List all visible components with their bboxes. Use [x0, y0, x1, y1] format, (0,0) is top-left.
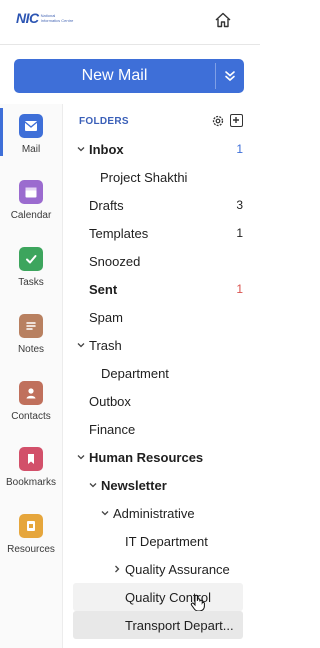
logo-subtext: National Informatics Centre	[40, 13, 74, 23]
folder-label: Human Resources	[89, 449, 204, 465]
top-header: NIC National Informatics Centre	[0, 0, 260, 45]
folder-label: Project Shakthi	[100, 169, 188, 185]
folder-label: Newsletter	[101, 477, 167, 493]
folder-outbox[interactable]: Outbox	[62, 387, 260, 415]
rail-item-resources[interactable]: Resources	[0, 514, 62, 555]
folder-quality-control[interactable]: Quality Control	[73, 583, 243, 612]
rail-label: Mail	[21, 144, 41, 155]
rail-label: Bookmarks	[5, 477, 56, 488]
folder-administrative[interactable]: Administrative	[62, 499, 260, 527]
bookmark-icon	[19, 447, 43, 471]
folder-department[interactable]: Department	[62, 359, 260, 387]
folder-sent[interactable]: Sent 1	[62, 275, 260, 303]
gear-icon[interactable]	[211, 114, 225, 128]
new-mail-dropdown-button[interactable]	[216, 59, 244, 93]
folder-label: Department	[101, 365, 169, 381]
folder-label: Inbox	[89, 141, 124, 157]
rail-item-mail[interactable]: Mail	[0, 108, 62, 156]
folder-templates[interactable]: Templates 1	[62, 219, 260, 247]
chevron-down-icon[interactable]	[88, 480, 98, 490]
home-icon[interactable]	[214, 11, 232, 29]
template-count: 1	[236, 226, 243, 240]
rail-label: Tasks	[18, 277, 44, 288]
folder-trash[interactable]: Trash	[62, 331, 260, 359]
add-folder-button[interactable]	[230, 114, 243, 127]
chevron-right-icon[interactable]	[112, 564, 122, 574]
rail-label: Calendar	[10, 210, 52, 221]
plus-icon	[233, 117, 239, 123]
folder-drafts[interactable]: Drafts 3	[62, 191, 260, 219]
rail-label: Resources	[7, 544, 55, 555]
app-rail: Mail Calendar Tasks Notes Contacts Bookm…	[0, 104, 63, 648]
chevron-down-icon[interactable]	[76, 452, 86, 462]
double-chevron-down-icon	[225, 71, 235, 82]
folder-label: Outbox	[89, 393, 131, 409]
folder-label: Templates	[89, 225, 149, 241]
rail-item-notes[interactable]: Notes	[0, 314, 62, 355]
folder-label: Sent	[89, 281, 118, 297]
chevron-down-icon[interactable]	[76, 340, 86, 350]
rail-item-contacts[interactable]: Contacts	[0, 381, 62, 422]
new-mail-button[interactable]: New Mail	[14, 59, 215, 93]
rail-label: Notes	[17, 344, 45, 355]
logo-text: NIC	[16, 10, 39, 26]
folder-project-shakthi[interactable]: Project Shakthi	[62, 163, 260, 191]
new-mail-button-group: New Mail	[14, 59, 244, 93]
folder-label: Administrative	[113, 505, 195, 521]
folder-label: Drafts	[89, 197, 124, 213]
folder-inbox[interactable]: Inbox 1	[62, 135, 260, 163]
draft-count: 3	[236, 198, 243, 212]
folder-transport-department[interactable]: Transport Depart...	[73, 611, 243, 639]
rail-item-tasks[interactable]: Tasks	[0, 247, 62, 288]
sent-count: 1	[236, 282, 243, 296]
folder-label: Snoozed	[89, 253, 141, 269]
notes-icon	[19, 314, 43, 338]
rail-item-bookmarks[interactable]: Bookmarks	[0, 447, 62, 488]
rail-label: Contacts	[11, 411, 51, 422]
calendar-icon	[19, 180, 43, 204]
nic-logo[interactable]: NIC National Informatics Centre	[16, 10, 75, 26]
chevron-down-icon[interactable]	[76, 144, 86, 154]
folder-label: Transport Depart...	[125, 617, 234, 633]
folder-label: Finance	[89, 421, 136, 437]
folder-it-department[interactable]: IT Department	[62, 527, 260, 555]
folder-human-resources[interactable]: Human Resources	[62, 443, 260, 471]
folder-quality-assurance[interactable]: Quality Assurance	[62, 555, 260, 583]
folder-label: IT Department	[125, 533, 208, 549]
unread-count: 1	[236, 142, 243, 156]
folder-label: Trash	[89, 337, 122, 353]
folder-snoozed[interactable]: Snoozed	[62, 247, 260, 275]
hand-cursor-icon	[190, 594, 205, 612]
folder-finance[interactable]: Finance	[62, 415, 260, 443]
folder-label: Quality Assurance	[125, 561, 230, 577]
folder-spam[interactable]: Spam	[62, 303, 260, 331]
folders-heading: FOLDERS	[79, 116, 129, 127]
mail-icon	[19, 114, 43, 138]
contact-icon	[19, 381, 43, 405]
check-icon	[19, 247, 43, 271]
folder-newsletter[interactable]: Newsletter	[62, 471, 260, 499]
folder-label: Spam	[89, 309, 123, 325]
rail-item-calendar[interactable]: Calendar	[0, 180, 62, 221]
chevron-down-icon[interactable]	[100, 508, 110, 518]
resources-icon	[19, 514, 43, 538]
